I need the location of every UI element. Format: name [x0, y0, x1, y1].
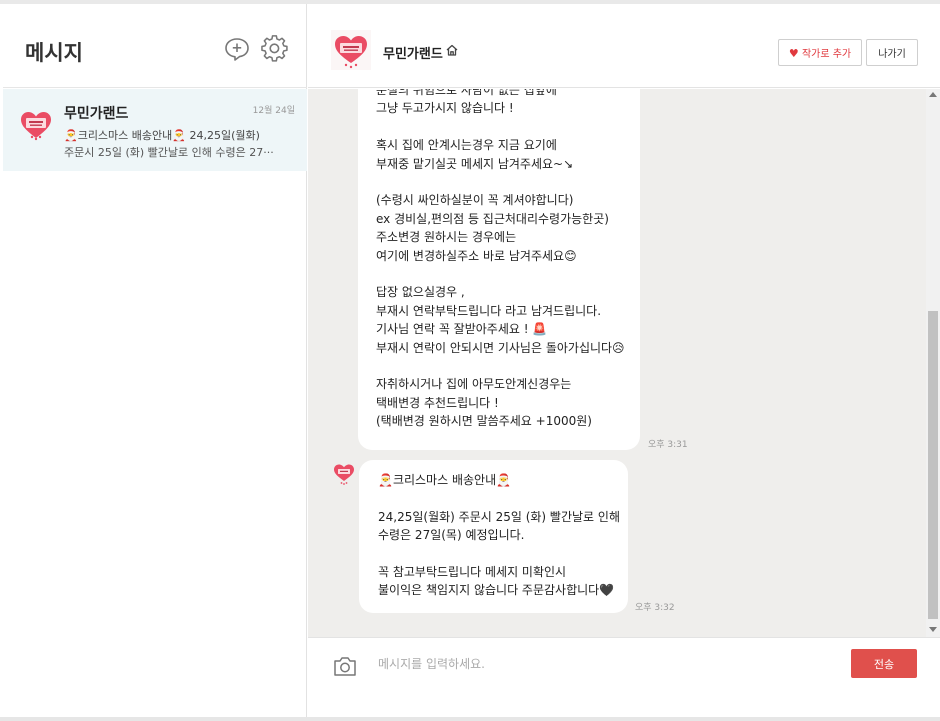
scrollbar[interactable] — [926, 89, 940, 637]
message-line: 택배변경 추천드립니다 ! — [376, 395, 499, 410]
add-favorite-label: 작가로 추가 — [801, 49, 852, 60]
message-list[interactable]: 분실의 위험으로 사람이 없는 집앞에 그냥 두고가시지 않습니다 ! 혹시 집… — [308, 89, 940, 637]
sidebar-title: 메시지 — [25, 41, 83, 65]
message-time: 오후 3:31 — [648, 440, 688, 450]
message-input[interactable] — [378, 652, 838, 676]
message-line: (택배변경 원하시면 말씀주세요 +1000원) — [376, 414, 592, 429]
window-bottom-border — [0, 717, 940, 721]
message-line: (수령시 싸인하실분이 꼭 계셔야합니다) — [376, 193, 574, 208]
chat-header: 무민가랜드 ♥ 작가로 추가 나가기 — [308, 4, 940, 88]
conversation-date: 12월 24일 — [252, 106, 295, 116]
message-line: 기사님 연락 꼭 잘받아주세요 ! 🚨 — [376, 322, 548, 337]
avatar[interactable] — [331, 30, 371, 70]
leave-button[interactable]: 나가기 — [866, 39, 918, 66]
add-favorite-button[interactable]: ♥ 작가로 추가 — [778, 39, 862, 66]
message-line — [376, 357, 640, 375]
message-line: 불이익은 책임지지 않습니다 주문감사합니다🖤 — [378, 583, 615, 598]
avatar — [334, 464, 354, 485]
message-bubble: 🎅크리스마스 배송안내🎅 24,25일(월화) 주문시 25일 (화) 빨간날로… — [359, 460, 628, 613]
message-line — [378, 489, 628, 507]
home-icon[interactable] — [445, 43, 459, 57]
message-line: 24,25일(월화) 주문시 25일 (화) 빨간날로 인해 — [378, 509, 620, 524]
message-line: 그냥 두고가시지 않습니다 ! — [376, 101, 514, 116]
scroll-up-icon[interactable] — [929, 92, 937, 97]
message-line: 부재시 연락부탁드립니다 라고 남겨드립니다. — [376, 303, 602, 318]
message-line: 🎅크리스마스 배송안내🎅 — [378, 473, 512, 487]
scrollbar-thumb[interactable] — [928, 311, 938, 619]
avatar — [21, 112, 51, 141]
chat-panel: 무민가랜드 ♥ 작가로 추가 나가기 분실의 위험으로 사람이 없는 집앞에 그… — [308, 4, 940, 717]
message-line — [376, 173, 640, 191]
message-line: 꼭 참고부탁드립니다 메세지 미확인시 — [378, 565, 567, 579]
message-line: 답장 없으실경우 , — [376, 285, 465, 300]
sidebar: 메시지 무민가랜드 12월 24일 🎅크리스마스 배송안내🎅 24,25일(월화… — [3, 4, 307, 717]
camera-icon[interactable] — [332, 654, 358, 678]
chat-partner-name[interactable]: 무민가랜드 — [383, 43, 443, 62]
message-line — [376, 265, 640, 283]
message-line: 부재중 맡기실곳 메세지 남겨주세요~↘ — [376, 156, 574, 171]
message-line: 혹시 집에 안계시는경우 지금 요기에 — [376, 138, 557, 153]
message-line: 수령은 27일(목) 예정입니다. — [378, 528, 525, 543]
message-time: 오후 3:32 — [635, 603, 675, 613]
heart-icon: ♥ — [788, 47, 799, 60]
message-bubble: 분실의 위험으로 사람이 없는 집앞에 그냥 두고가시지 않습니다 ! 혹시 집… — [358, 89, 640, 450]
message-line: 부재시 연락이 안되시면 기사님은 돌아가십니다😥 — [376, 340, 625, 355]
sidebar-header: 메시지 — [3, 4, 307, 88]
compose-icon[interactable] — [223, 35, 251, 63]
message-line: 주소변경 원하시는 경우에는 — [376, 230, 517, 245]
composer: 전송 — [308, 637, 940, 717]
message-line — [376, 118, 640, 136]
message-line — [378, 545, 628, 563]
message-line: 여기에 변경하실주소 바로 남겨주세요😊 — [376, 248, 577, 263]
scroll-down-icon[interactable] — [929, 627, 937, 632]
message-line: 자취하시거나 집에 아무도안계신경우는 — [376, 377, 572, 392]
message-line: ex 경비실,편의점 등 집근처대리수령가능한곳) — [376, 211, 609, 226]
send-button[interactable]: 전송 — [851, 649, 917, 678]
conversation-preview-line-2: 주문시 25일 (화) 빨간날로 인해 수령은 27··· — [64, 146, 274, 159]
conversation-name: 무민가랜드 — [64, 106, 129, 122]
conversation-preview-line-1: 🎅크리스마스 배송안내🎅 24,25일(월화) — [64, 129, 260, 142]
conversation-item[interactable]: 무민가랜드 12월 24일 🎅크리스마스 배송안내🎅 24,25일(월화) 주문… — [3, 89, 307, 171]
message-line: 분실의 위험으로 사람이 없는 집앞에 — [376, 89, 557, 97]
gear-icon[interactable] — [261, 35, 289, 63]
